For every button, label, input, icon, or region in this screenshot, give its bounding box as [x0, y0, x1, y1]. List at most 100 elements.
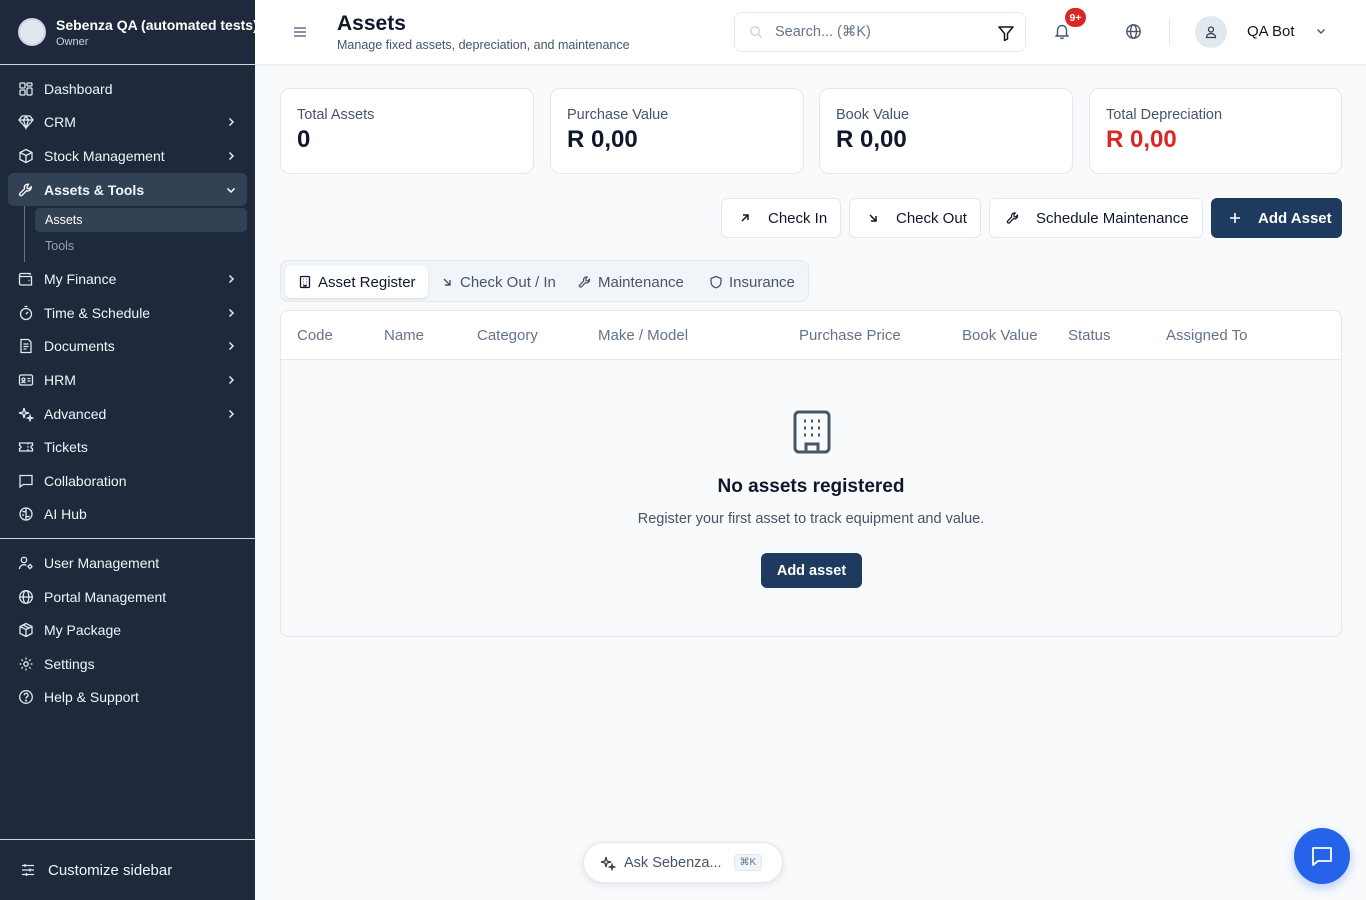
add-asset-empty-button[interactable]: Add asset — [761, 553, 862, 588]
schedule-maintenance-label: Schedule Maintenance — [1036, 209, 1189, 227]
chevron-down-icon[interactable] — [1315, 25, 1327, 37]
chevron-right-icon — [228, 151, 235, 161]
search-box — [734, 12, 1026, 52]
sidebar-item-documents[interactable]: Documents — [8, 330, 247, 364]
column-header-make-model[interactable]: Make / Model — [598, 327, 688, 344]
stat-label: Purchase Value — [567, 107, 669, 123]
filter-icon[interactable] — [997, 24, 1015, 42]
avatar[interactable] — [1195, 16, 1227, 48]
language-globe-icon[interactable] — [1125, 23, 1142, 40]
building-icon — [299, 275, 311, 289]
schedule-maintenance-button[interactable]: Schedule Maintenance — [989, 198, 1203, 238]
sidebar-item-my-finance[interactable]: My Finance — [8, 262, 247, 296]
sidebar-item-label: Assets & Tools — [44, 181, 145, 198]
user-name[interactable]: QA Bot — [1247, 23, 1295, 40]
column-header-code[interactable]: Code — [297, 327, 333, 344]
stat-label: Total Assets — [297, 107, 375, 123]
tab-label: Asset Register — [318, 273, 416, 291]
id-card-icon — [18, 374, 34, 386]
document-icon — [20, 339, 32, 354]
menu-icon[interactable] — [291, 23, 309, 41]
tab-asset-register[interactable]: Asset Register — [285, 266, 428, 298]
add-asset-label: Add Asset — [1258, 209, 1332, 227]
sidebar-item-assets-tools[interactable]: Assets & Tools — [8, 172, 247, 207]
check-out-button[interactable]: Check Out — [849, 198, 981, 238]
chevron-right-icon — [228, 409, 235, 418]
wrench-icon — [1006, 212, 1019, 224]
ask-assistant-bar[interactable]: Ask Sebenza... ⌘K — [583, 842, 783, 883]
sidebar-item-settings[interactable]: Settings — [8, 647, 247, 681]
sidebar-nav: Dashboard CRM Stock Management Assets & … — [0, 65, 255, 714]
sidebar-item-label: Settings — [44, 655, 95, 672]
customize-sidebar-label: Customize sidebar — [48, 861, 173, 879]
wrench-icon — [18, 183, 32, 196]
user-cog-icon — [18, 556, 33, 570]
sidebar-item-stock-management[interactable]: Stock Management — [8, 139, 247, 173]
sidebar-item-tickets[interactable]: Tickets — [8, 430, 247, 464]
sidebar-item-crm[interactable]: CRM — [8, 106, 247, 140]
sidebar-item-label: My Package — [44, 622, 122, 639]
tab-label: Check Out / In — [460, 273, 556, 291]
sparkles-icon — [18, 407, 34, 422]
building-icon — [793, 410, 831, 454]
sidebar-item-my-package[interactable]: My Package — [8, 613, 247, 647]
sidebar-item-label: CRM — [44, 114, 76, 131]
sidebar-item-label: Stock Management — [44, 147, 165, 164]
add-asset-button[interactable]: Add Asset — [1211, 198, 1342, 238]
sidebar-item-portal-management[interactable]: Portal Management — [8, 580, 247, 614]
help-icon — [19, 690, 33, 705]
ask-shortcut: ⌘K — [733, 854, 763, 871]
sidebar-item-advanced[interactable]: Advanced — [8, 397, 247, 431]
check-in-button[interactable]: Check In — [721, 198, 841, 238]
arrow-down-right-icon — [869, 214, 877, 222]
sidebar-subitem-tools[interactable]: Tools — [35, 234, 247, 258]
sidebar-item-label: Portal Management — [44, 588, 167, 605]
chat-icon — [1312, 847, 1332, 866]
sidebar-item-help-support[interactable]: Help & Support — [8, 681, 247, 715]
chevron-right-icon — [228, 275, 235, 284]
sidebar-item-hrm[interactable]: HRM — [8, 363, 247, 397]
column-header-purchase-price[interactable]: Purchase Price — [799, 327, 901, 344]
stat-value: 0 — [297, 126, 311, 153]
arrow-down-right-icon — [443, 278, 451, 286]
org-role: Owner — [56, 35, 89, 48]
box-icon — [19, 622, 33, 638]
gear-icon — [19, 657, 33, 671]
tab-check-out-in[interactable]: Check Out / In — [440, 266, 568, 298]
stat-value: R 0,00 — [1106, 126, 1177, 153]
sparkles-icon — [600, 856, 616, 871]
org-name: Sebenza QA (automated tests) — [56, 16, 255, 33]
check-in-label: Check In — [768, 209, 828, 227]
column-header-book-value[interactable]: Book Value — [962, 327, 1038, 344]
column-header-name[interactable]: Name — [384, 327, 424, 344]
tab-insurance[interactable]: Insurance — [709, 266, 799, 298]
column-header-assigned-to[interactable]: Assigned To — [1166, 327, 1247, 344]
globe-icon — [19, 589, 33, 604]
ask-assistant-label: Ask Sebenza... — [624, 854, 722, 871]
sidebar-item-time-schedule[interactable]: Time & Schedule — [8, 296, 247, 330]
sidebar-item-label: HRM — [44, 371, 76, 388]
chat-button[interactable] — [1294, 828, 1350, 884]
shield-icon — [710, 275, 722, 289]
sidebar-item-user-management[interactable]: User Management — [8, 546, 247, 580]
column-header-category[interactable]: Category — [477, 327, 538, 344]
sidebar-item-label: My Finance — [44, 271, 117, 288]
stat-value: R 0,00 — [567, 126, 638, 153]
stat-card-book-value: Book Value R 0,00 — [819, 88, 1073, 174]
dashboard-icon — [19, 82, 33, 96]
sidebar-subitem-assets[interactable]: Assets — [35, 208, 247, 233]
column-header-status[interactable]: Status — [1068, 327, 1111, 344]
empty-state-title: No assets registered — [717, 476, 905, 497]
chevron-down-icon — [226, 187, 236, 193]
customize-sidebar-button[interactable]: Customize sidebar — [0, 839, 255, 900]
org-avatar — [18, 18, 46, 46]
top-header: Assets Manage fixed assets, depreciation… — [255, 0, 1366, 64]
sidebar-item-ai-hub[interactable]: AI Hub — [8, 498, 247, 532]
sidebar-item-dashboard[interactable]: Dashboard — [8, 72, 247, 106]
tab-maintenance[interactable]: Maintenance — [578, 266, 690, 298]
search-input[interactable] — [775, 24, 965, 40]
org-switcher[interactable]: Sebenza QA (automated tests) Owner — [0, 0, 255, 65]
sidebar-item-collaboration[interactable]: Collaboration — [8, 464, 247, 498]
user-icon — [1205, 26, 1217, 39]
page-title: Assets — [337, 12, 406, 35]
